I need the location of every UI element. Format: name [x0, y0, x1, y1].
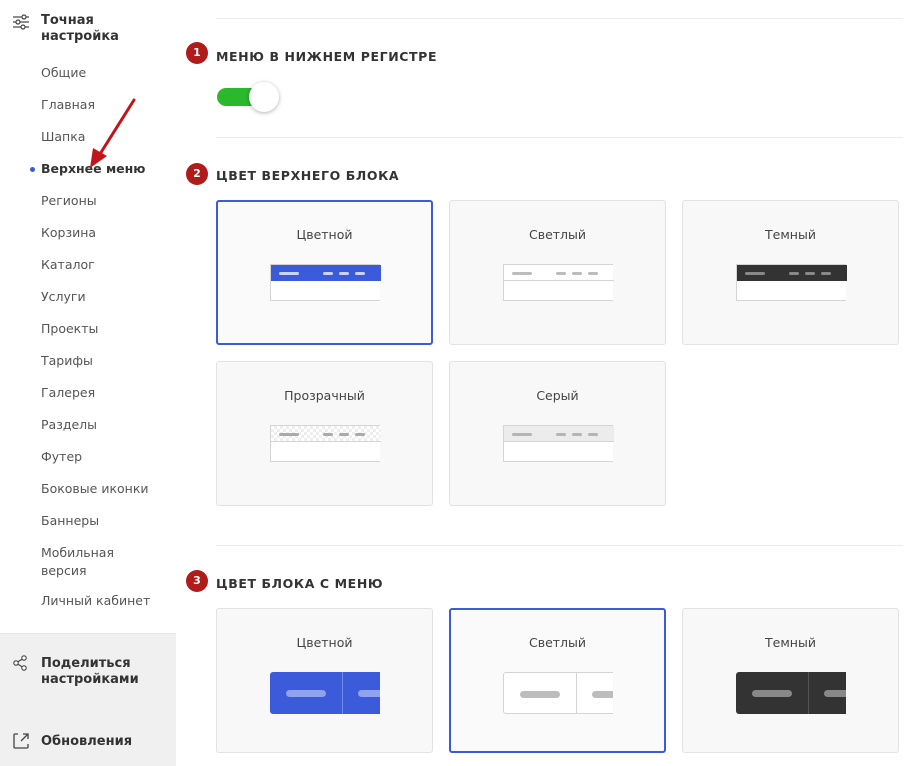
option-label: Светлый: [528, 635, 587, 650]
sidebar-title[interactable]: Точная настройка: [41, 13, 161, 45]
share-icon: [12, 655, 28, 675]
sidebar-item-gallery[interactable]: Галерея: [0, 384, 176, 416]
red-arrow-annotation-icon: [90, 98, 136, 168]
top-block-option-colored[interactable]: Цветной: [216, 200, 433, 345]
sidebar-item-sections[interactable]: Разделы: [0, 416, 176, 448]
sliders-icon: [12, 12, 30, 31]
option-preview: [270, 264, 381, 301]
option-label: Темный: [765, 227, 816, 242]
toggle-knob[interactable]: [249, 82, 279, 112]
section-number-badge: 1: [186, 42, 208, 64]
section-number-badge: 3: [186, 570, 208, 592]
option-label: Серый: [536, 388, 579, 403]
section-number-badge: 2: [186, 163, 208, 185]
sidebar-item-personal-account[interactable]: Личный кабинет: [0, 592, 176, 624]
section-title: ЦВЕТ БЛОКА С МЕНЮ: [216, 576, 384, 591]
section-title: МЕНЮ В НИЖНЕМ РЕГИСТРЕ: [216, 49, 438, 64]
option-preview: [270, 672, 380, 714]
active-indicator-dot: [30, 167, 35, 172]
update-icon: [12, 732, 30, 754]
sidebar-item-cart[interactable]: Корзина: [0, 224, 176, 256]
option-label: Темный: [765, 635, 816, 650]
option-label: Прозрачный: [284, 388, 365, 403]
sidebar-item-mobile-version[interactable]: Мобильная версия: [0, 544, 130, 592]
menu-block-option-dark[interactable]: Темный: [682, 608, 899, 753]
sidebar-bottom-panel: Поделиться настройками Обновления: [0, 633, 176, 766]
sidebar-item-footer[interactable]: Футер: [0, 448, 176, 480]
sidebar-item-catalog[interactable]: Каталог: [0, 256, 176, 288]
top-block-option-transparent[interactable]: Прозрачный: [216, 361, 433, 506]
top-block-option-dark[interactable]: Темный: [682, 200, 899, 345]
option-label: Цветной: [296, 635, 353, 650]
menu-block-option-light[interactable]: Светлый: [449, 608, 666, 753]
sidebar-item-services[interactable]: Услуги: [0, 288, 176, 320]
sidebar-item-projects[interactable]: Проекты: [0, 320, 176, 352]
divider: [216, 137, 903, 138]
sidebar: Точная настройка Общие Главная Шапка Вер…: [0, 0, 176, 766]
option-preview: [270, 425, 381, 462]
lowercase-menu-toggle[interactable]: [217, 82, 279, 112]
sidebar-item-general[interactable]: Общие: [0, 64, 176, 96]
option-label: Цветной: [296, 227, 353, 242]
divider: [216, 18, 903, 19]
option-preview: [736, 672, 846, 714]
sidebar-item-tariffs[interactable]: Тарифы: [0, 352, 176, 384]
option-preview: [503, 672, 613, 714]
sidebar-item-side-icons[interactable]: Боковые иконки: [0, 480, 176, 512]
option-preview: [736, 264, 847, 301]
section-title: ЦВЕТ ВЕРХНЕГО БЛОКА: [216, 168, 400, 183]
menu-block-option-colored[interactable]: Цветной: [216, 608, 433, 753]
option-label: Светлый: [528, 227, 587, 242]
divider: [216, 545, 903, 546]
option-preview: [503, 264, 614, 301]
top-block-option-light[interactable]: Светлый: [449, 200, 666, 345]
sidebar-item-regions[interactable]: Регионы: [0, 192, 176, 224]
share-settings-link[interactable]: Поделиться настройками: [41, 656, 161, 688]
top-block-option-gray[interactable]: Серый: [449, 361, 666, 506]
sidebar-item-banners[interactable]: Баннеры: [0, 512, 176, 544]
updates-link[interactable]: Обновления: [41, 734, 132, 749]
option-preview: [503, 425, 614, 462]
